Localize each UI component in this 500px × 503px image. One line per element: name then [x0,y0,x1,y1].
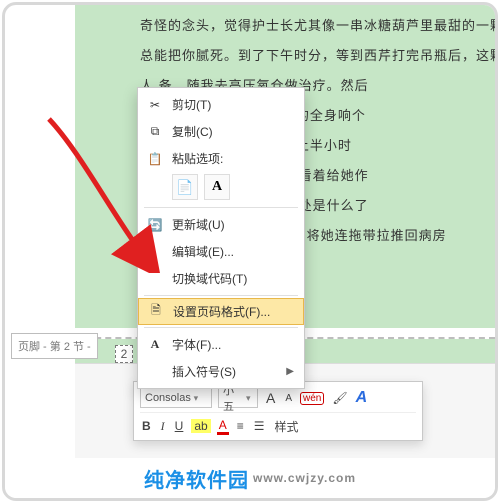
refresh-icon: 🔄 [146,216,164,234]
italic-button[interactable]: I [159,419,167,434]
bold-button[interactable]: B [140,419,153,433]
menu-paste-options: 📋 粘贴选项: [138,145,304,172]
chevron-down-icon: ▾ [191,393,201,404]
format-painter-button[interactable]: 🖌 [330,391,349,405]
menu-update-field[interactable]: 🔄 更新域(U) [138,211,304,238]
submenu-arrow-icon: ▶ [286,366,294,377]
bullets-button[interactable]: ≡ [235,419,246,433]
menu-separator [144,327,298,328]
menu-separator [144,295,298,296]
paste-keep-formatting-button[interactable]: 📄 [172,174,198,200]
font-size-combo[interactable]: 小五▾ [218,388,258,408]
numbering-button[interactable]: ☰ [252,419,267,433]
font-icon: A [146,336,164,354]
doc-line: 总能把你腻死。到了下午时分，等到西芹打完吊瓶后，这颗糖 [140,41,485,71]
menu-separator [144,207,298,208]
page-number-field[interactable]: 2 [115,345,133,363]
footer-section-tab: 页脚 - 第 2 节 - [11,333,98,359]
paste-text-only-button[interactable]: A [204,174,230,200]
highlight-button[interactable]: ab [191,419,210,433]
menu-edit-field[interactable]: 编辑域(E)... [138,238,304,265]
doc-line: 奇怪的念头，觉得护士长尤其像一串冰糖葫芦里最甜的一颗 [140,11,485,41]
copy-icon: ⧉ [146,123,164,141]
menu-page-number-format[interactable]: 🗎 设置页码格式(F)... [138,298,304,325]
phonetic-guide-button[interactable]: wén [300,392,324,405]
page-number-icon: 🗎 [147,303,165,321]
mini-toolbar: Consolas▾ 小五▾ A A wén 🖌 A B I U ab A ≡ ☰… [133,381,423,441]
paste-icon: 📋 [146,150,164,168]
chevron-down-icon: ▾ [244,393,253,404]
scissors-icon: ✂ [146,96,164,114]
menu-toggle-field-codes[interactable]: 切换域代码(T) [138,265,304,292]
styles-button[interactable]: A [356,389,368,407]
menu-insert-symbol[interactable]: 插入符号(S) ▶ [138,358,304,385]
grow-font-button[interactable]: A [264,390,277,406]
font-color-button[interactable]: A [217,418,229,435]
menu-font[interactable]: A 字体(F)... [138,331,304,358]
menu-cut[interactable]: ✂ 剪切(T) [138,91,304,118]
menu-copy[interactable]: ⧉ 复制(C) [138,118,304,145]
font-family-combo[interactable]: Consolas▾ [140,388,212,408]
shrink-font-button[interactable]: A [283,393,294,404]
styles-label[interactable]: 样式 [273,418,301,435]
context-menu: ✂ 剪切(T) ⧉ 复制(C) 📋 粘贴选项: 📄 A 🔄 更新域(U) 编辑域… [137,87,305,389]
underline-button[interactable]: U [173,419,186,433]
watermark-logo: 纯净软件园 www.cwjzy.com [5,458,495,498]
